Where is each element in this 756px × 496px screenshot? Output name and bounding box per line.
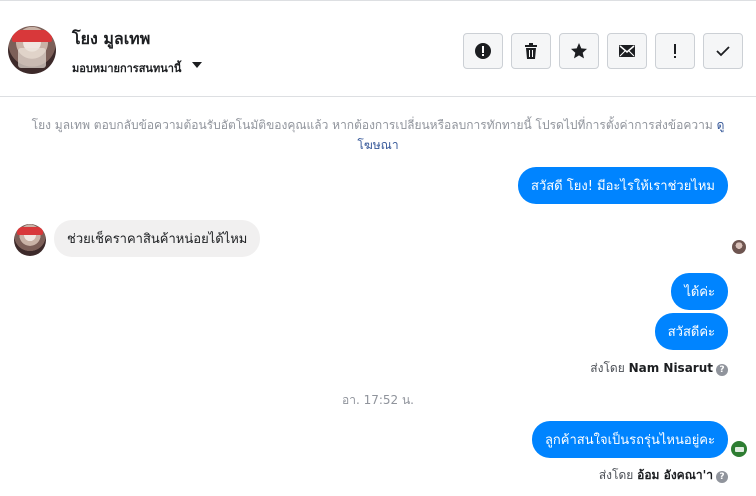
sender-name: Nam Nisarut: [628, 361, 713, 375]
checkmark-icon: [716, 46, 730, 57]
message-bubble: ได้ค่ะ: [671, 273, 728, 310]
contact-avatar-small: [14, 224, 46, 256]
alert-circle-icon: [475, 43, 491, 59]
chevron-down-icon[interactable]: [192, 62, 202, 68]
sent-by-prefix: ส่งโดย: [598, 468, 634, 482]
seen-avatar: [732, 240, 746, 254]
message-bubble: สวัสดีค่ะ: [654, 313, 728, 350]
exclamation-icon: [674, 44, 676, 58]
help-icon[interactable]: ?: [716, 364, 728, 376]
sent-by-prefix: ส่งโดย: [590, 361, 625, 375]
contact-avatar[interactable]: [8, 26, 56, 74]
sender-name: อ้อม อังคณา'า: [637, 468, 713, 482]
star-button[interactable]: [559, 33, 599, 69]
delete-button[interactable]: [511, 33, 551, 69]
message-bubble: สวัสดี โยง! มีอะไรให้เราช่วยไหม: [518, 167, 728, 204]
seen-avatar: [731, 441, 747, 457]
report-spam-button[interactable]: [463, 33, 503, 69]
help-icon[interactable]: ?: [716, 471, 728, 483]
message-bubble: ลูกค้าสนใจเป็นรถรุ่นไหนอยู่คะ: [531, 421, 728, 458]
sent-by-label: ส่งโดย Nam Nisarut?: [590, 359, 728, 378]
sent-by-label: ส่งโดย อ้อม อังคณา'า?: [599, 466, 728, 485]
envelope-icon: [619, 45, 635, 57]
notice-text: โยง มูลเทพ ตอบกลับข้อความต้อนรับอัตโนมัต…: [31, 118, 713, 132]
contact-name[interactable]: โยง มูลเทพ: [72, 27, 150, 52]
auto-reply-notice: โยง มูลเทพ ตอบกลับข้อความต้อนรับอัตโนมัต…: [14, 115, 742, 155]
message-bubble: ช่วยเช็คราคาสินค้าหน่อยได้ไหม: [54, 220, 261, 257]
assign-conversation-label[interactable]: มอบหมายการสนทนานี้: [72, 59, 181, 77]
mark-done-button[interactable]: [703, 33, 743, 69]
follow-up-button[interactable]: [655, 33, 695, 69]
trash-icon: [525, 43, 537, 59]
message-timestamp: อา. 17:52 น.: [342, 393, 414, 407]
star-icon: [571, 43, 587, 59]
mark-unread-button[interactable]: [607, 33, 647, 69]
conversation-header: โยง มูลเทพ มอบหมายการสนทนานี้: [0, 1, 756, 97]
